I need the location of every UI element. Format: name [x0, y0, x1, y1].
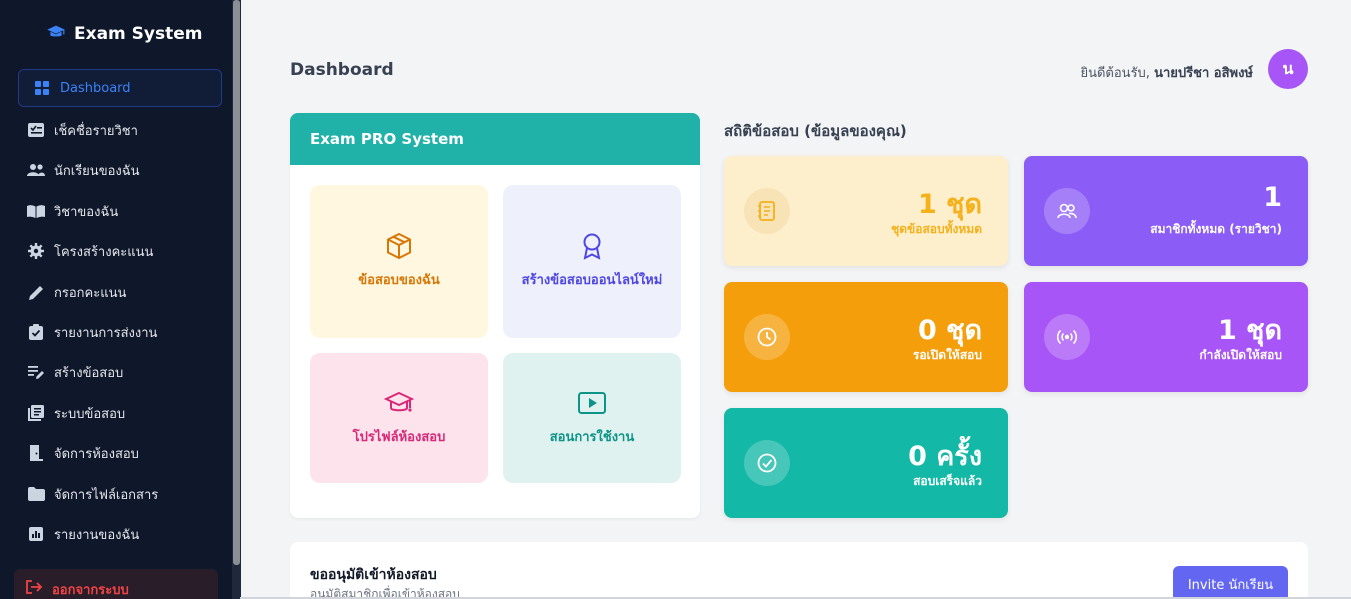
sidebar-item-label: รายงานของฉัน: [54, 527, 140, 543]
sidebar-item-exam-system[interactable]: ระบบข้อสอบ: [18, 394, 222, 432]
sidebar-item-dashboard[interactable]: Dashboard: [18, 69, 222, 107]
broadcast-icon: [1044, 314, 1090, 360]
checklist-icon: [26, 123, 46, 137]
edit-list-icon: [26, 365, 46, 379]
welcome-prefix: ยินดีต้อนรับ,: [1080, 66, 1150, 81]
stat-card-waiting: 0 ชุด รอเปิดให้สอบ: [724, 282, 1008, 392]
sidebar-item-label: เช็คชื่อรายวิชา: [54, 123, 138, 139]
award-icon: [583, 233, 601, 260]
logout-label: ออกจากระบบ: [52, 582, 129, 598]
brand-title: Exam System: [74, 24, 203, 44]
sidebar-item-label: นักเรียนของฉัน: [54, 163, 140, 179]
sidebar: Exam System Dashboard เช็คชื่อรายวิชา นั…: [0, 0, 232, 599]
user-name: นายปรีชา อสิพงษ์: [1154, 66, 1253, 81]
grid-icon: [32, 81, 52, 95]
sidebar-item-exam-rooms[interactable]: จัดการห้องสอบ: [18, 434, 222, 472]
clipboard-check-icon: [26, 324, 46, 340]
users-icon: [1044, 188, 1090, 234]
sidebar-item-submission-report[interactable]: รายงานการส่งงาน: [18, 313, 222, 351]
logout-button[interactable]: ออกจากระบบ: [14, 569, 218, 599]
exam-pro-card: Exam PRO System ข้อสอบของฉัน สร้างข้อสอบ…: [290, 113, 700, 518]
sidebar-item-subjects[interactable]: วิชาของฉัน: [18, 192, 222, 230]
sidebar-item-label: จัดการไฟล์เอกสาร: [54, 487, 159, 503]
sidebar-item-label: จัดการห้องสอบ: [54, 446, 139, 462]
sidebar-item-label: สร้างข้อสอบ: [54, 365, 124, 381]
clock-icon: [744, 314, 790, 360]
stat-label: กำลังเปิดให้สอบ: [1199, 348, 1282, 362]
gear-icon: [26, 243, 46, 259]
page-title: Dashboard: [290, 60, 394, 80]
graduation-cap-icon: [384, 391, 414, 412]
chart-icon: [26, 527, 46, 541]
stat-card-total-sets: 1 ชุด ชุดข้อสอบทั้งหมด: [724, 156, 1008, 266]
logout-icon: [26, 580, 43, 598]
sidebar-item-enter-scores[interactable]: กรอกคะแนน: [18, 273, 222, 311]
tile-label: ข้อสอบของฉัน: [358, 273, 440, 289]
sidebar-item-documents[interactable]: จัดการไฟล์เอกสาร: [18, 475, 222, 513]
sidebar-item-students[interactable]: นักเรียนของฉัน: [18, 151, 222, 189]
pencil-icon: [26, 285, 46, 300]
stat-label: ชุดข้อสอบทั้งหมด: [891, 222, 982, 236]
stat-value: 1 ชุด: [1217, 315, 1282, 346]
brand[interactable]: Exam System: [46, 24, 203, 44]
approval-title: ขออนุมัติเข้าห้องสอบ: [310, 567, 437, 583]
tile-exam-room-profile[interactable]: โปรไฟล์ห้องสอบ: [310, 353, 488, 483]
sidebar-item-label: กรอกคะแนน: [54, 285, 127, 301]
tile-my-exams[interactable]: ข้อสอบของฉัน: [310, 185, 488, 338]
graduation-cap-icon: [46, 24, 66, 44]
tile-tutorial[interactable]: สอนการใช้งาน: [503, 353, 681, 483]
play-icon: [578, 391, 606, 414]
sidebar-item-label: ระบบข้อสอบ: [54, 406, 126, 422]
box-icon: [387, 232, 411, 260]
sidebar-item-label: โครงสร้างคะแนน: [54, 244, 154, 260]
stat-card-open: 1 ชุด กำลังเปิดให้สอบ: [1024, 282, 1308, 392]
users-icon: [26, 164, 46, 176]
sidebar-scrollbar-thumb[interactable]: [233, 0, 240, 565]
sidebar-item-create-exam[interactable]: สร้างข้อสอบ: [18, 353, 222, 391]
stat-label: สมาชิกทั้งหมด (รายวิชา): [1150, 222, 1282, 236]
door-icon: [26, 445, 46, 461]
book-icon: [26, 204, 46, 218]
stat-card-completed: 0 ครั้ง สอบเสร็จแล้ว: [724, 408, 1008, 518]
exam-pro-title: Exam PRO System: [290, 113, 700, 165]
tile-label: สอนการใช้งาน: [549, 429, 635, 445]
invite-students-button[interactable]: Invite นักเรียน: [1173, 566, 1288, 599]
folder-icon: [26, 487, 46, 501]
sidebar-item-label: วิชาของฉัน: [54, 204, 119, 220]
stat-value: 0 ชุด: [917, 315, 982, 346]
sidebar-item-my-reports[interactable]: รายงานของฉัน: [18, 515, 222, 553]
notebook-icon: [744, 188, 790, 234]
stat-label: รอเปิดให้สอบ: [912, 348, 982, 362]
stat-value: 1 ชุด: [917, 189, 982, 220]
stat-label: สอบเสร็จแล้ว: [913, 474, 982, 488]
tile-label: สร้างข้อสอบออนไลน์ใหม่: [521, 273, 663, 289]
welcome-text: ยินดีต้อนรับ, นายปรีชา อสิพงษ์: [1080, 62, 1253, 83]
tile-create-online-exam[interactable]: สร้างข้อสอบออนไลน์ใหม่: [503, 185, 681, 338]
sidebar-item-attendance[interactable]: เช็คชื่อรายวิชา: [18, 111, 222, 149]
stats-title: สถิติข้อสอบ (ข้อมูลของคุณ): [724, 122, 907, 140]
library-icon: [26, 405, 46, 421]
sidebar-item-label: รายงานการส่งงาน: [54, 325, 158, 341]
stat-value: 1: [1263, 182, 1282, 213]
stat-card-members: 1 สมาชิกทั้งหมด (รายวิชา): [1024, 156, 1308, 266]
check-circle-icon: [744, 440, 790, 486]
avatar[interactable]: น: [1268, 49, 1308, 89]
approval-panel: ขออนุมัติเข้าห้องสอบ อนุมัติสมาชิกเพื่อเ…: [290, 542, 1308, 599]
sidebar-item-score-structure[interactable]: โครงสร้างคะแนน: [18, 232, 222, 270]
stat-value: 0 ครั้ง: [908, 441, 982, 472]
tile-label: โปรไฟล์ห้องสอบ: [352, 429, 446, 445]
sidebar-item-label: Dashboard: [60, 80, 131, 96]
